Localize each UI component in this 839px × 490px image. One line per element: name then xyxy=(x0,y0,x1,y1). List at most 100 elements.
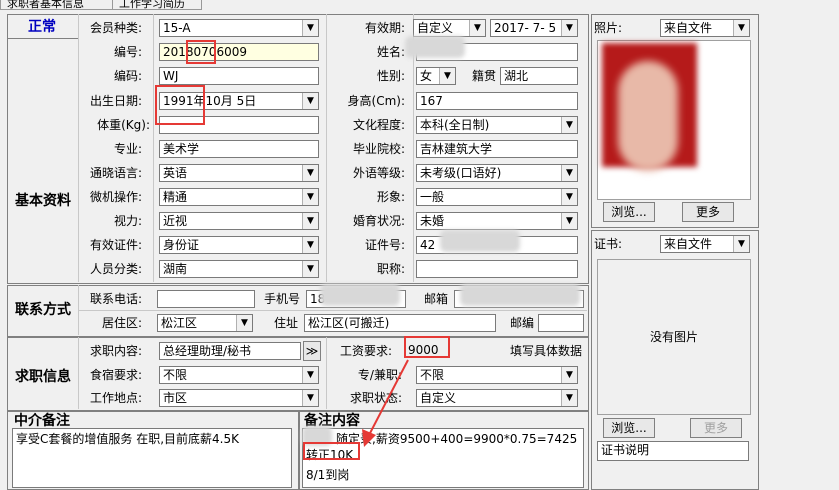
address-input[interactable]: 松江区(可搬迁) xyxy=(304,314,496,332)
marital-label: 婚育状况: xyxy=(352,214,405,228)
phone-input[interactable] xyxy=(157,290,255,308)
gender-select[interactable]: 女 ▼ xyxy=(416,67,456,85)
pc-skill-value: 精通 xyxy=(163,190,188,204)
tab-work-history[interactable]: 工作学习简历 xyxy=(112,0,202,10)
id-type-select[interactable]: 身份证 ▼ xyxy=(159,236,319,254)
appearance-label: 形象: xyxy=(376,190,405,204)
section-basic-title: 基本资料 xyxy=(15,193,71,209)
chevron-down-icon: ▼ xyxy=(561,165,577,181)
blurred-email xyxy=(460,284,580,306)
category-select[interactable]: 湖南 ▼ xyxy=(159,260,319,278)
cert-source-select[interactable]: 来自文件 ▼ xyxy=(660,235,750,253)
chevron-down-icon: ▼ xyxy=(302,261,318,277)
blurred-mobile xyxy=(320,284,400,306)
chevron-down-icon: ▼ xyxy=(236,315,252,331)
major-label: 专业: xyxy=(113,142,142,156)
major-input[interactable]: 美术学 xyxy=(159,140,319,158)
language-level-select[interactable]: 未考级(口语好) ▼ xyxy=(416,164,578,182)
number-input[interactable]: 20180706009 xyxy=(159,43,319,61)
code-input[interactable]: WJ xyxy=(159,67,319,85)
appearance-value: 一般 xyxy=(420,190,445,204)
appearance-select[interactable]: 一般 ▼ xyxy=(416,188,578,206)
valid-date-value: 2017- 7- 5 xyxy=(494,21,557,35)
chevron-down-icon: ▼ xyxy=(733,20,749,36)
parttime-value: 不限 xyxy=(420,368,445,382)
school-input[interactable]: 吉林建筑大学 xyxy=(416,140,578,158)
vision-select[interactable]: 近视 ▼ xyxy=(159,212,319,230)
parttime-select[interactable]: 不限 ▼ xyxy=(416,366,578,384)
cert-more-button[interactable]: 更多 xyxy=(690,418,742,438)
blurred-name xyxy=(405,36,465,58)
cert-browse-button[interactable]: 浏览... xyxy=(603,418,655,438)
chevron-down-icon: ▼ xyxy=(561,213,577,229)
section-contact-title: 联系方式 xyxy=(15,302,71,318)
height-input[interactable]: 167 xyxy=(416,92,578,110)
marital-value: 未婚 xyxy=(420,214,445,228)
job-content-input[interactable]: 总经理助理/秘书 xyxy=(159,342,301,360)
birth-label: 出生日期: xyxy=(89,94,142,108)
job-content-label: 求职内容: xyxy=(89,344,142,358)
section-agent-note-title: 中介备注 xyxy=(14,413,70,429)
valid-date-select[interactable]: 2017- 7- 5 ▼ xyxy=(490,19,578,37)
location-value: 市区 xyxy=(163,391,188,405)
salary-hint: 填写具体数据 xyxy=(509,344,582,358)
native-input[interactable]: 湖北 xyxy=(500,67,578,85)
tab-basic-info[interactable]: 求职者基本信息 xyxy=(0,0,114,10)
language-select[interactable]: 英语 ▼ xyxy=(159,164,319,182)
tab-basic-info-label: 求职者基本信息 xyxy=(7,0,84,10)
job-status-select[interactable]: 自定义 ▼ xyxy=(416,389,578,407)
chevron-down-icon: ▼ xyxy=(302,367,318,383)
grid-line xyxy=(326,337,327,409)
chevron-down-icon: ▼ xyxy=(302,93,318,109)
language-level-label: 外语等级: xyxy=(352,166,405,180)
zip-input[interactable] xyxy=(538,314,584,332)
chevron-down-icon: ▼ xyxy=(733,236,749,252)
member-type-label: 会员种类: xyxy=(89,21,142,35)
meal-select[interactable]: 不限 ▼ xyxy=(159,366,319,384)
language-value: 英语 xyxy=(163,166,188,180)
district-value: 松江区 xyxy=(161,316,198,330)
annotation-box xyxy=(155,85,205,125)
title-input[interactable] xyxy=(416,260,578,278)
valid-type-value: 自定义 xyxy=(417,21,454,35)
weight-label: 体重(Kg): xyxy=(97,118,150,132)
chevron-down-icon: ▼ xyxy=(302,390,318,406)
photo-source-value: 来自文件 xyxy=(664,21,713,35)
cert-empty-text: 没有图片 xyxy=(649,330,698,344)
chevron-down-icon: ▼ xyxy=(561,117,577,133)
note-line-3: 8/1到岗 xyxy=(306,468,350,482)
address-label: 住址 xyxy=(273,316,298,330)
education-select[interactable]: 本科(全日制) ▼ xyxy=(416,116,578,134)
photo-more-button[interactable]: 更多 xyxy=(682,202,734,222)
cert-desc-input[interactable]: 证书说明 xyxy=(597,441,749,461)
district-label: 居住区: xyxy=(101,316,142,330)
id-type-label: 有效证件: xyxy=(89,238,142,252)
category-value: 湖南 xyxy=(163,262,188,276)
mobile-label: 手机号 xyxy=(263,292,300,306)
member-type-select[interactable]: 15-A ▼ xyxy=(159,19,319,37)
location-label: 工作地点: xyxy=(89,391,142,405)
education-label: 文化程度: xyxy=(352,118,405,132)
phone-label: 联系电话: xyxy=(89,292,142,306)
grid-line xyxy=(78,337,79,409)
location-select[interactable]: 市区 ▼ xyxy=(159,389,319,407)
photo-source-select[interactable]: 来自文件 ▼ xyxy=(660,19,750,37)
school-label: 毕业院校: xyxy=(352,142,405,156)
chevron-down-icon: ▼ xyxy=(469,20,485,36)
valid-type-select[interactable]: 自定义 ▼ xyxy=(413,19,486,37)
meal-value: 不限 xyxy=(163,368,188,382)
district-select[interactable]: 松江区 ▼ xyxy=(157,314,253,332)
grid-line xyxy=(78,14,79,282)
tab-work-history-label: 工作学习简历 xyxy=(119,0,185,10)
pc-skill-select[interactable]: 精通 ▼ xyxy=(159,188,319,206)
photo-browse-button[interactable]: 浏览... xyxy=(603,202,655,222)
job-content-more-button[interactable]: ≫ xyxy=(303,341,321,361)
marital-select[interactable]: 未婚 ▼ xyxy=(416,212,578,230)
member-type-value: 15-A xyxy=(163,21,191,35)
valid-label: 有效期: xyxy=(364,21,405,35)
chevron-down-icon: ▼ xyxy=(561,20,577,36)
agent-note-text: 享受C套餐的增值服务 在职,目前底薪4.5K xyxy=(16,432,239,446)
id-number-label: 证件号: xyxy=(364,238,405,252)
height-label: 身高(Cm): xyxy=(347,94,405,108)
agent-note-textarea[interactable]: 享受C套餐的增值服务 在职,目前底薪4.5K xyxy=(12,428,292,488)
